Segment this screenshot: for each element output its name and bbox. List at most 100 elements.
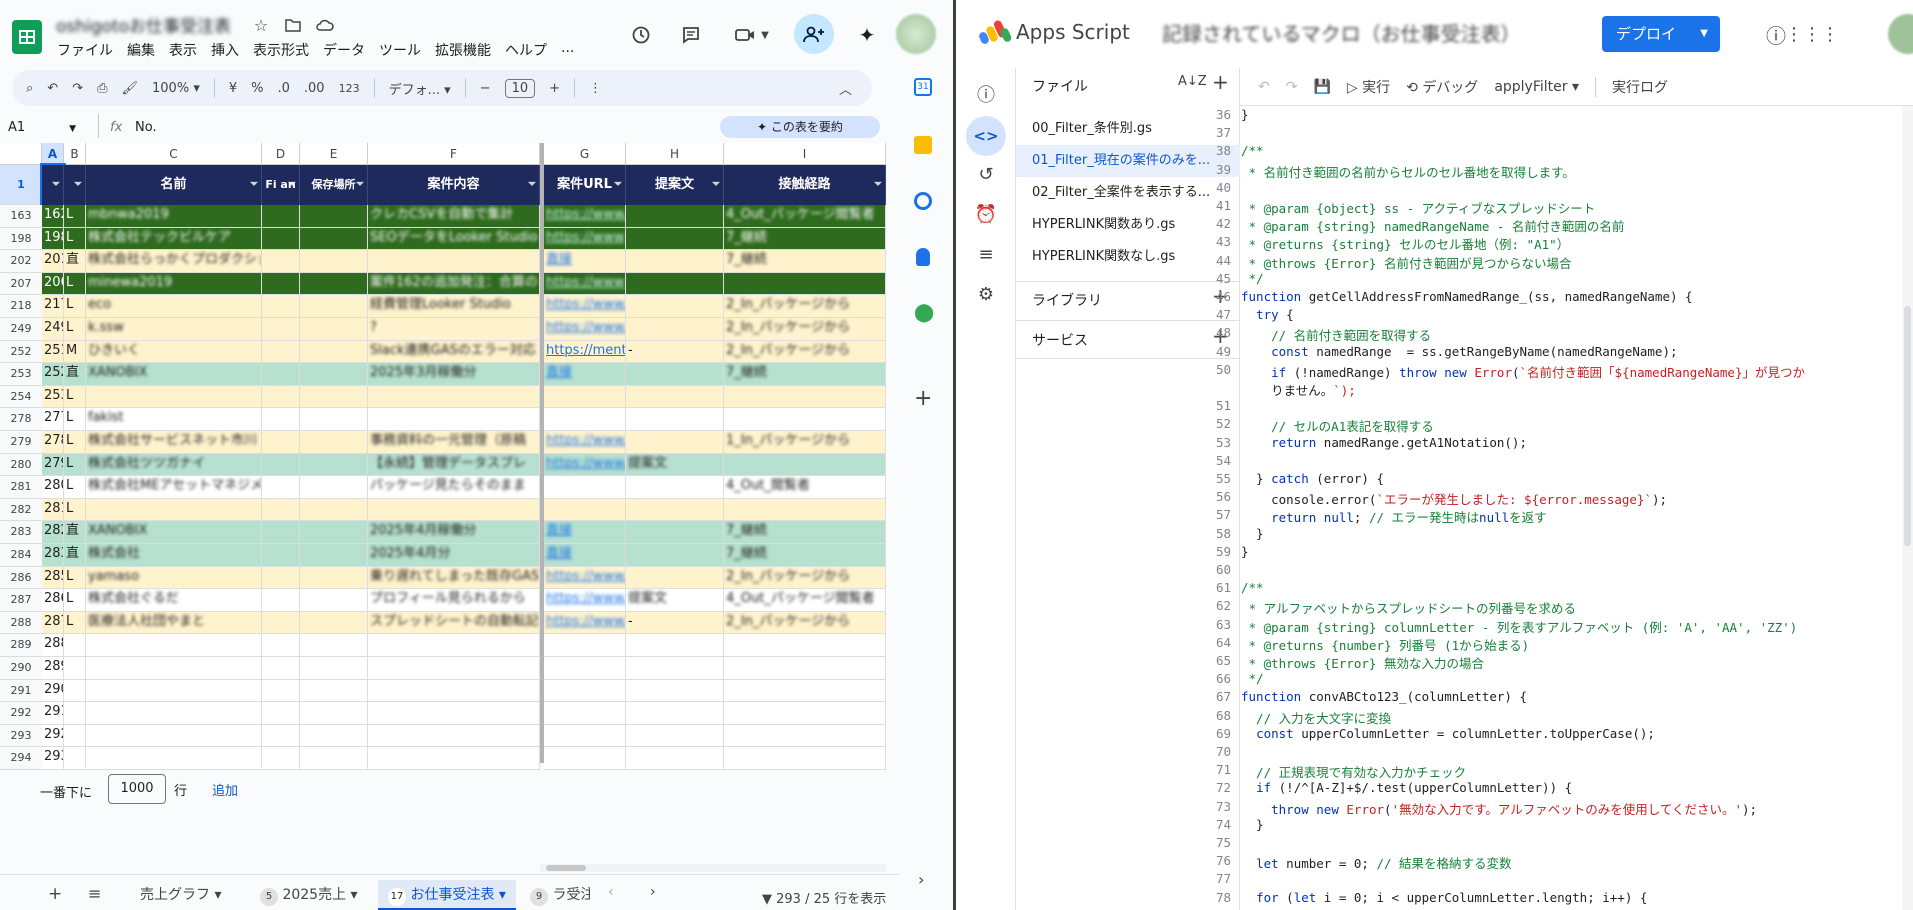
code-line[interactable]: * @param {string} namedRangeName - 名前付き範… xyxy=(1241,216,1625,235)
table-cell[interactable] xyxy=(262,724,300,748)
print-icon[interactable]: ⎙ xyxy=(97,81,107,96)
avatar[interactable] xyxy=(1888,14,1913,54)
code-line[interactable]: * @param {object} ss - アクティブなスプレッドシート xyxy=(1241,198,1596,217)
column-header[interactable]: A xyxy=(42,143,64,165)
table-cell[interactable] xyxy=(626,657,724,680)
table-cell[interactable]: L xyxy=(64,227,86,251)
header-cell[interactable]: 案件内容 ⏷ xyxy=(368,165,540,205)
table-cell[interactable] xyxy=(262,385,300,409)
table-cell[interactable]: 281 xyxy=(42,498,64,522)
sort-az-icon[interactable]: A↓Z xyxy=(1178,74,1207,89)
column-header[interactable]: E xyxy=(300,143,368,165)
table-cell[interactable] xyxy=(262,634,300,657)
menu-view[interactable]: 表示 xyxy=(169,40,197,60)
code-line[interactable]: // 名前付き範囲を取得する xyxy=(1241,325,1431,344)
code-line[interactable]: function getCellAddressFromNamedRange_(s… xyxy=(1241,289,1693,304)
gemini-sparkle-icon[interactable]: ✦ xyxy=(852,20,882,50)
menu-insert[interactable]: 挿入 xyxy=(211,40,239,60)
table-cell[interactable] xyxy=(262,702,300,725)
table-cell[interactable] xyxy=(300,363,368,386)
avatar[interactable] xyxy=(896,14,936,54)
code-line[interactable]: } xyxy=(1241,817,1264,832)
table-cell[interactable] xyxy=(262,318,300,341)
table-cell[interactable]: 【永続】管理データスプレ xyxy=(368,453,540,477)
editor-scrollbar[interactable] xyxy=(1902,106,1913,910)
code-line[interactable]: console.error(`エラーが発生しました: ${error.messa… xyxy=(1241,489,1667,508)
table-cell[interactable]: 7_継続 xyxy=(724,250,886,273)
table-cell[interactable]: L xyxy=(64,431,86,454)
table-cell[interactable]: 7_継続 xyxy=(724,363,886,386)
table-cell[interactable]: https://www xyxy=(544,272,626,296)
code-line[interactable]: if (!namedRange) throw new Error(`名前付き範囲… xyxy=(1241,362,1805,381)
table-cell[interactable] xyxy=(544,476,626,499)
table-cell[interactable] xyxy=(64,679,86,703)
table-cell[interactable]: 162 xyxy=(42,205,64,228)
table-cell[interactable] xyxy=(300,431,368,454)
row-header[interactable]: 293 xyxy=(0,724,42,748)
zoom-select[interactable]: 100% ▾ xyxy=(152,81,200,96)
row-header[interactable]: 280 xyxy=(0,453,42,477)
table-cell[interactable]: 290 xyxy=(42,679,64,703)
table-cell[interactable] xyxy=(544,657,626,680)
table-cell[interactable] xyxy=(626,724,724,748)
table-cell[interactable] xyxy=(368,724,540,748)
table-cell[interactable]: 株式会社サービスネット市川 xyxy=(86,431,262,454)
table-cell[interactable] xyxy=(262,363,300,386)
code-line[interactable]: * @throws {Error} 無効な入力の場合 xyxy=(1241,653,1484,672)
table-cell[interactable]: yamaso xyxy=(86,566,262,590)
code-line[interactable]: * @throws {Error} 名前付き範囲が見つからない場合 xyxy=(1241,253,1572,272)
formula-input[interactable]: No. xyxy=(135,120,157,135)
table-cell[interactable] xyxy=(544,702,626,725)
table-cell[interactable] xyxy=(300,476,368,499)
table-cell[interactable] xyxy=(300,544,368,567)
apps-grid-icon[interactable]: ⋮⋮⋮ xyxy=(1785,20,1839,48)
table-cell[interactable] xyxy=(724,408,886,431)
filter-icon[interactable]: ⏷ xyxy=(614,165,622,205)
table-cell[interactable] xyxy=(300,498,368,522)
menu-data[interactable]: データ xyxy=(323,40,365,60)
table-cell[interactable] xyxy=(724,702,886,725)
table-cell[interactable] xyxy=(626,566,724,590)
code-line[interactable]: throw new Error('無効な入力です。アルファベットのみを使用してく… xyxy=(1241,799,1757,818)
code-line[interactable]: if (!/^[A-Z]+$/.test(upperColumnLetter))… xyxy=(1241,780,1572,795)
filter-icon[interactable]: ⏷ xyxy=(74,165,82,205)
table-cell[interactable] xyxy=(300,679,368,703)
redo-icon[interactable]: ↷ xyxy=(1286,79,1298,95)
filter-icon[interactable]: ⏷ xyxy=(52,165,60,205)
table-cell[interactable] xyxy=(300,318,368,341)
table-cell[interactable]: eco xyxy=(86,295,262,318)
sheet-tab[interactable]: 5 2025売上 ▾ xyxy=(250,880,368,910)
table-cell[interactable] xyxy=(300,589,368,612)
table-cell[interactable] xyxy=(626,318,724,341)
column-header[interactable]: F xyxy=(368,143,540,165)
history-icon[interactable] xyxy=(626,20,656,50)
table-cell[interactable]: L xyxy=(64,205,86,228)
header-cell[interactable]: ⏷ xyxy=(64,165,86,205)
table-cell[interactable] xyxy=(626,702,724,725)
table-cell[interactable] xyxy=(262,679,300,703)
table-cell[interactable] xyxy=(724,657,886,680)
code-line[interactable]: // 正規表現で有効な入力かチェック xyxy=(1241,762,1466,781)
code-line[interactable]: const upperColumnLetter = columnLetter.t… xyxy=(1241,726,1655,741)
table-cell[interactable]: 4_Out_パッケージ閲覧者 xyxy=(724,589,886,612)
table-cell[interactable]: 案件162の追加発注：合算の xyxy=(368,272,540,296)
code-line[interactable]: function convABCto123_(columnLetter) { xyxy=(1241,689,1527,704)
table-cell[interactable] xyxy=(262,544,300,567)
table-cell[interactable] xyxy=(724,385,886,409)
table-cell[interactable] xyxy=(544,747,626,770)
execution-log-button[interactable]: 実行ログ xyxy=(1612,77,1668,97)
add-sheet-icon[interactable]: + xyxy=(48,884,62,904)
decrease-decimal-button[interactable]: .0 xyxy=(278,81,290,96)
table-cell[interactable]: 293 xyxy=(42,747,64,770)
table-cell[interactable]: 2_In_パッケージから xyxy=(724,611,886,635)
save-icon[interactable]: 💾 xyxy=(1313,79,1330,95)
more-options-icon[interactable]: ⋮ xyxy=(589,81,602,96)
table-cell[interactable] xyxy=(544,679,626,703)
table-cell[interactable]: 2025年4月稼働分 xyxy=(368,521,540,544)
table-cell[interactable]: fakist xyxy=(86,408,262,431)
row-header[interactable]: 207 xyxy=(0,272,42,296)
table-cell[interactable]: L xyxy=(64,476,86,499)
table-cell[interactable]: 2_In_パッケージから xyxy=(724,318,886,341)
table-cell[interactable] xyxy=(262,272,300,296)
next-sheet-icon[interactable]: › xyxy=(650,884,656,900)
